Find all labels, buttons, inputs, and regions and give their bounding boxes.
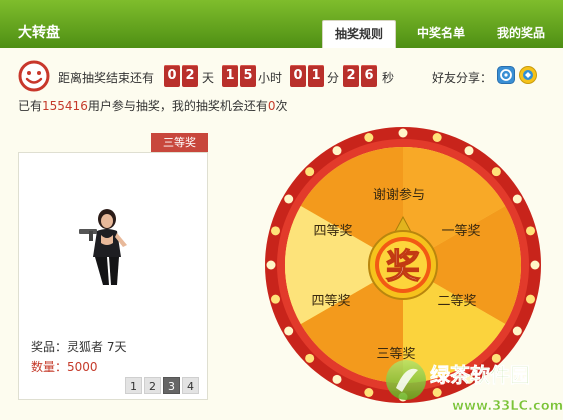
prize-name-label: 奖品： xyxy=(31,340,68,354)
watermark-url: www.33LC.com xyxy=(452,399,563,414)
round-share-icon[interactable] xyxy=(519,66,537,84)
wheel-bulb xyxy=(464,146,474,156)
wheel-bulb xyxy=(332,374,342,384)
tab-winners[interactable]: 中奖名单 xyxy=(408,20,474,48)
page-button-active[interactable]: 3 xyxy=(163,377,180,394)
blue-share-icon[interactable] xyxy=(497,66,515,84)
day-digit: 0 xyxy=(164,65,180,87)
minutes-digits: 0 1 xyxy=(290,65,324,87)
stats-middle: 用户参与抽奖，我的抽奖机会还有 xyxy=(87,99,268,113)
participant-count: 155416 xyxy=(42,99,88,113)
minute-digit: 1 xyxy=(308,65,324,87)
wheel-bulb xyxy=(512,326,522,336)
wheel-bulb xyxy=(530,260,540,270)
smiley-icon xyxy=(18,60,50,92)
hour-digit: 1 xyxy=(222,65,238,87)
segment-label: 四等奖 xyxy=(311,293,350,309)
second-unit: 秒 xyxy=(382,71,395,85)
seconds-digits: 2 6 xyxy=(343,65,377,87)
wheel-bulb xyxy=(432,132,442,142)
page-button[interactable]: 4 xyxy=(182,377,199,394)
page-button[interactable]: 1 xyxy=(125,377,142,394)
hours-digits: 1 5 xyxy=(222,65,256,87)
hour-unit: 小时 xyxy=(258,71,283,85)
prize-quantity: 数量：5000 xyxy=(31,358,98,375)
tab-rules[interactable]: 抽奖规则 xyxy=(322,20,396,48)
watermark-title: 绿茶软件园 xyxy=(430,363,530,387)
wheel-bulb xyxy=(305,167,315,177)
wheel-bulb xyxy=(270,294,280,304)
prize-qty-value: 5000 xyxy=(67,360,98,374)
prize-name: 奖品：灵狐者 7天 xyxy=(31,338,126,355)
minute-unit: 分 xyxy=(327,71,340,85)
wheel-bulb xyxy=(305,353,315,363)
segment-label: 谢谢参与 xyxy=(373,187,425,203)
days-digits: 0 2 xyxy=(164,65,198,87)
day-digit: 2 xyxy=(182,65,198,87)
second-digit: 6 xyxy=(361,65,377,87)
prize-qty-label: 数量： xyxy=(31,360,68,374)
segment-label: 四等奖 xyxy=(313,223,352,239)
wheel-bulb xyxy=(491,167,501,177)
minute-digit: 0 xyxy=(290,65,306,87)
wheel-bulb xyxy=(332,146,342,156)
prize-name-value: 灵狐者 7天 xyxy=(67,340,127,354)
wheel-bulb xyxy=(526,294,536,304)
participation-stats: 已有155416用户参与抽奖，我的抽奖机会还有0次 xyxy=(18,97,288,114)
wheel-bulb xyxy=(284,326,294,336)
segment-label: 一等奖 xyxy=(441,223,480,239)
wheel-bulb xyxy=(284,194,294,204)
stats-suffix: 次 xyxy=(275,99,288,113)
wheel-bulb xyxy=(512,194,522,204)
prize-pager: 1 2 3 4 xyxy=(125,377,199,394)
second-digit: 2 xyxy=(343,65,359,87)
countdown-label: 距离抽奖结束还有 xyxy=(58,71,155,85)
wheel-center-label[interactable]: 奖 xyxy=(385,246,420,287)
wheel-bulb xyxy=(364,132,374,142)
character-image xyxy=(79,209,127,285)
site-watermark: 绿茶软件园 www.33LC.com xyxy=(386,360,563,414)
app-title: 大转盘 xyxy=(18,25,60,41)
stats-prefix: 已有 xyxy=(18,99,43,113)
page-button[interactable]: 2 xyxy=(144,377,161,394)
prize-card: 奖品：灵狐者 7天 数量：5000 1 2 3 4 xyxy=(18,152,208,400)
segment-label: 二等奖 xyxy=(437,293,476,309)
day-unit: 天 xyxy=(202,71,215,85)
header-bar: 大转盘 抽奖规则 中奖名单 我的奖品 xyxy=(0,0,563,48)
tab-my-prizes[interactable]: 我的奖品 xyxy=(486,20,556,48)
wheel-bulb xyxy=(398,128,408,138)
wheel-bulb xyxy=(270,226,280,236)
wheel-bulb xyxy=(364,388,374,398)
hour-digit: 5 xyxy=(240,65,256,87)
wheel-bulb xyxy=(526,226,536,236)
wheel-bulb xyxy=(266,260,276,270)
share-label: 好友分享： xyxy=(432,71,493,85)
prize-level-tag: 三等奖 xyxy=(151,133,208,153)
